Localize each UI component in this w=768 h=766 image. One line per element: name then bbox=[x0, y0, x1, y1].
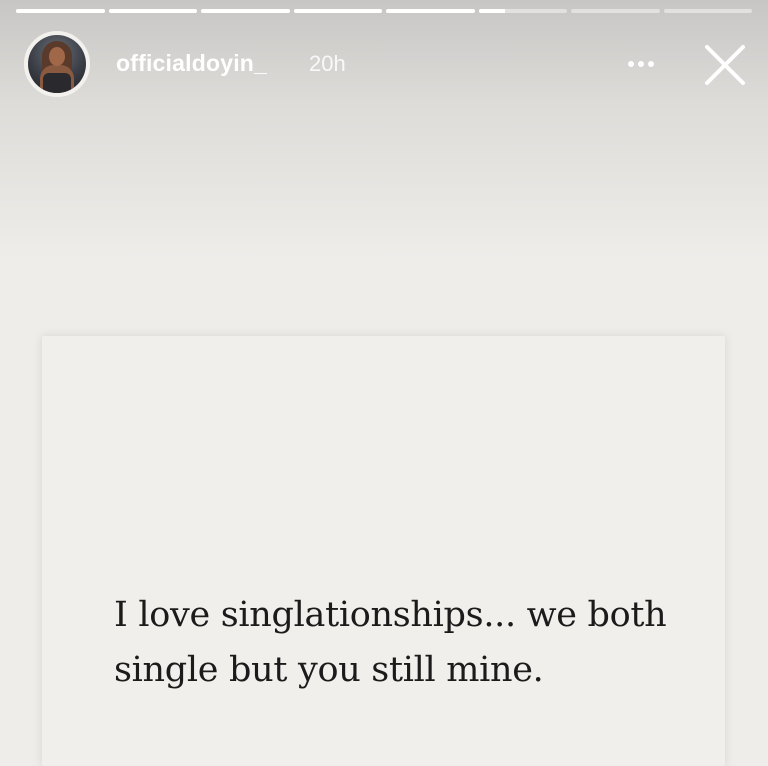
progress-segment bbox=[201, 9, 290, 13]
close-icon[interactable] bbox=[702, 42, 748, 88]
timestamp: 20h bbox=[309, 51, 346, 76]
post-quote-line-2: single but you still mine. bbox=[114, 650, 544, 690]
progress-segment-fill bbox=[478, 9, 506, 13]
progress-segment-fill bbox=[16, 9, 105, 13]
profile-photo-icon bbox=[28, 35, 86, 93]
progress-segment-fill bbox=[108, 9, 197, 13]
username[interactable]: officialdoyin_ bbox=[116, 50, 267, 77]
avatar-dress bbox=[43, 73, 71, 93]
progress-segment bbox=[386, 9, 475, 13]
progress-segment bbox=[478, 9, 567, 13]
progress-segment-fill bbox=[293, 9, 382, 13]
post-card: I love singlationships... we both single… bbox=[42, 336, 725, 766]
progress-segment bbox=[16, 9, 105, 13]
avatar[interactable] bbox=[24, 31, 90, 97]
progress-segment bbox=[108, 9, 197, 13]
progress-segment bbox=[663, 9, 752, 13]
post-quote-line-1: I love singlationships... we both bbox=[114, 595, 667, 635]
avatar-face bbox=[49, 47, 65, 66]
progress-segment bbox=[293, 9, 382, 13]
story-progress-bar bbox=[16, 9, 752, 13]
progress-segment bbox=[571, 9, 660, 13]
post-quote: I love singlationships... we both single… bbox=[114, 588, 714, 698]
progress-segment-fill bbox=[201, 9, 290, 13]
progress-segment-fill bbox=[386, 9, 475, 13]
story-header: officialdoyin_ 20h bbox=[24, 30, 754, 98]
ellipsis-icon[interactable] bbox=[624, 52, 664, 76]
